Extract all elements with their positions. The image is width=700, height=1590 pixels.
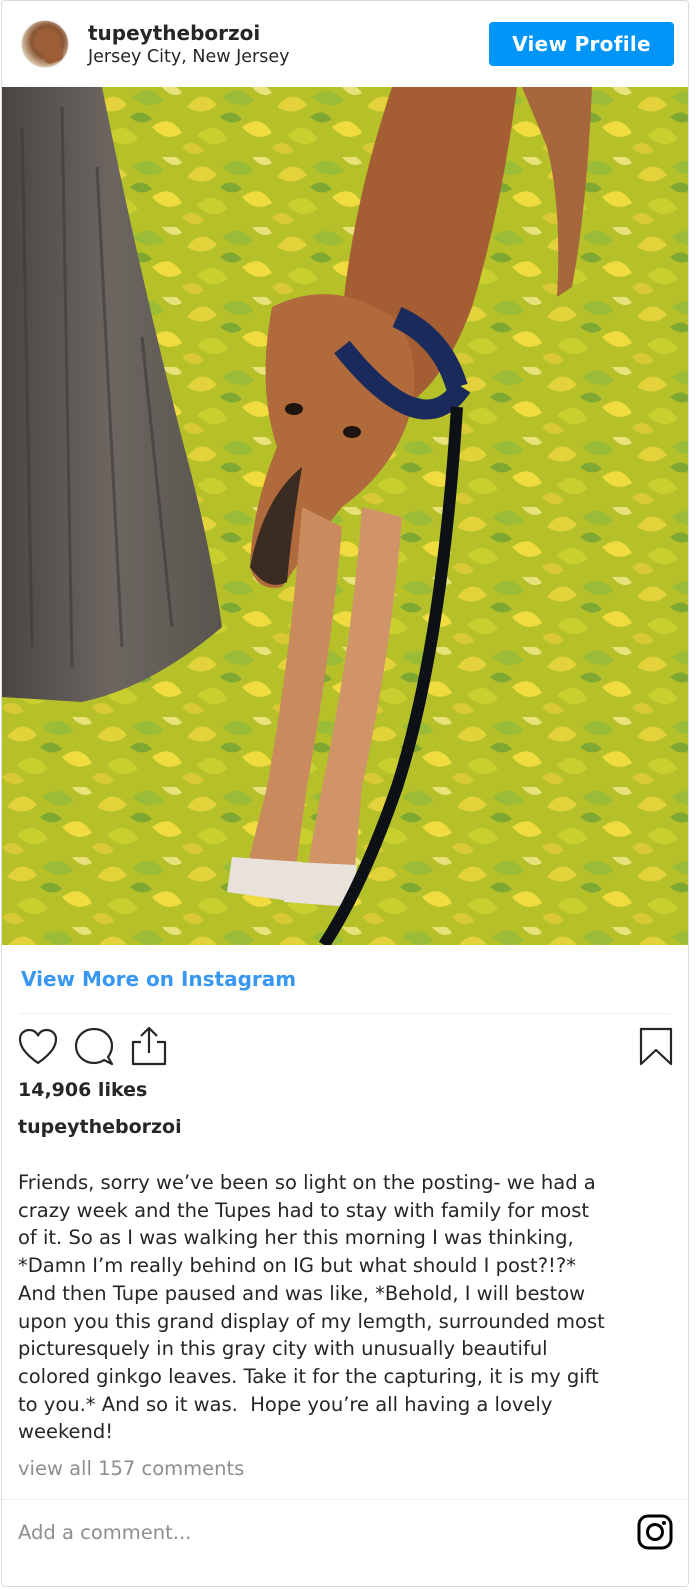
heart-icon[interactable] xyxy=(18,1028,58,1066)
share-icon[interactable] xyxy=(130,1025,168,1067)
view-more-link[interactable]: View More on Instagram xyxy=(21,967,296,991)
divider xyxy=(19,1013,671,1014)
caption-username[interactable]: tupeytheborzoi xyxy=(18,1116,182,1138)
divider xyxy=(2,1499,688,1500)
view-profile-button[interactable]: View Profile xyxy=(489,22,674,66)
view-all-comments-link[interactable]: view all 157 comments xyxy=(18,1457,244,1480)
location[interactable]: Jersey City, New Jersey xyxy=(88,47,289,67)
instagram-logo-icon[interactable] xyxy=(637,1514,673,1550)
avatar[interactable] xyxy=(21,20,69,68)
avatar-image xyxy=(35,26,65,66)
add-comment-input[interactable]: Add a comment... xyxy=(18,1521,191,1544)
comment-icon[interactable] xyxy=(74,1027,114,1067)
post-caption: Friends, sorry we’ve been so light on th… xyxy=(18,1171,605,1444)
likes-count[interactable]: 14,906 likes xyxy=(18,1079,147,1101)
post-header: tupeytheborzoi Jersey City, New Jersey V… xyxy=(2,1,688,87)
instagram-embed-card: tupeytheborzoi Jersey City, New Jersey V… xyxy=(1,0,689,1587)
post-photo[interactable] xyxy=(2,87,688,945)
username[interactable]: tupeytheborzoi xyxy=(88,21,260,45)
bookmark-icon[interactable] xyxy=(639,1027,673,1067)
